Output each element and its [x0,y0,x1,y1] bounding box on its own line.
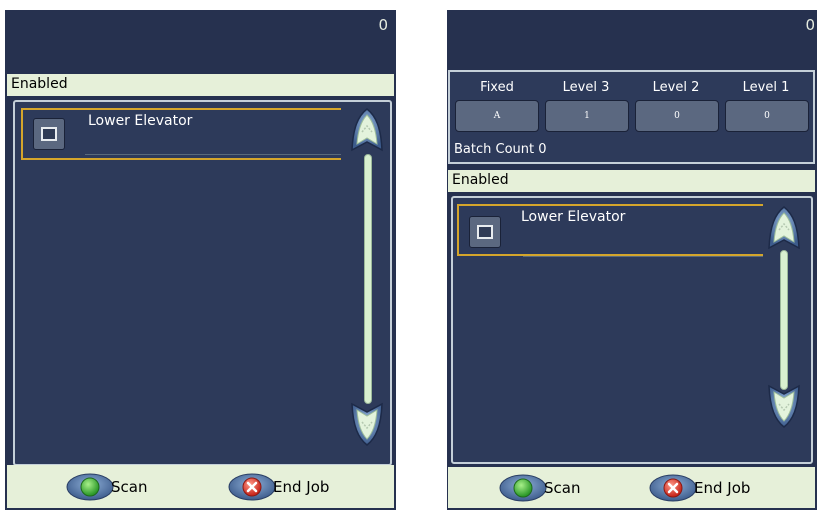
scroll-down-arrow-icon[interactable] [765,382,803,430]
green-circle-icon [499,474,547,502]
red-x-icon [649,474,697,502]
level-button-2[interactable]: 0 [635,100,719,132]
list-item-label: Lower Elevator [521,209,626,225]
checkbox-icon[interactable] [469,216,501,248]
red-x-icon [228,473,276,501]
level-counter-panel: Fixed Level 3 Level 2 Level 1 A 1 0 0 Ba… [448,70,815,164]
checkbox-icon[interactable] [33,118,65,150]
scan-label: Scan [544,479,581,497]
level-header-fixed: Fixed [480,80,514,95]
function-list: Lower Elevator [451,196,813,464]
scan-button[interactable]: Scan [498,473,580,503]
level-header-2: Level 2 [652,80,700,95]
end-job-label: End Job [694,479,751,497]
level-header-3: Level 3 [562,80,610,95]
end-job-label: End Job [273,478,330,496]
page-count: 0 [378,16,388,34]
scan-label: Scan [111,478,148,496]
level-header-1: Level 1 [742,80,790,95]
function-list: Lower Elevator [13,100,392,466]
end-job-button[interactable]: End Job [227,472,329,502]
list-item-lower-elevator[interactable]: Lower Elevator [21,108,341,160]
list-item-lower-elevator[interactable]: Lower Elevator [457,204,763,256]
list-item-label: Lower Elevator [88,113,193,129]
scroll-down-arrow-icon[interactable] [348,400,386,448]
end-job-button[interactable]: End Job [648,473,750,503]
footer-bar: Scan End Job [7,465,394,508]
page-count: 0 [805,16,815,34]
section-header-enabled: Enabled [448,170,815,192]
item-divider [523,256,763,257]
scrollbar-track[interactable] [780,250,788,390]
scroll-up-arrow-icon[interactable] [765,204,803,252]
level-button-3[interactable]: 1 [545,100,629,132]
level-button-1[interactable]: 0 [725,100,809,132]
right-screen: 0 Fixed Level 3 Level 2 Level 1 A 1 0 0 … [447,10,817,510]
section-header-enabled: Enabled [7,74,394,96]
scroll-up-arrow-icon[interactable] [348,106,386,154]
batch-count: Batch Count 0 [454,142,547,157]
level-button-fixed[interactable]: A [455,100,539,132]
scan-button[interactable]: Scan [65,472,147,502]
item-divider [85,154,341,155]
green-circle-icon [66,473,114,501]
footer-bar: Scan End Job [448,467,815,508]
left-screen: 0 Enabled Lower Elevator Scan End Job [5,10,396,510]
scrollbar-track[interactable] [364,154,372,404]
